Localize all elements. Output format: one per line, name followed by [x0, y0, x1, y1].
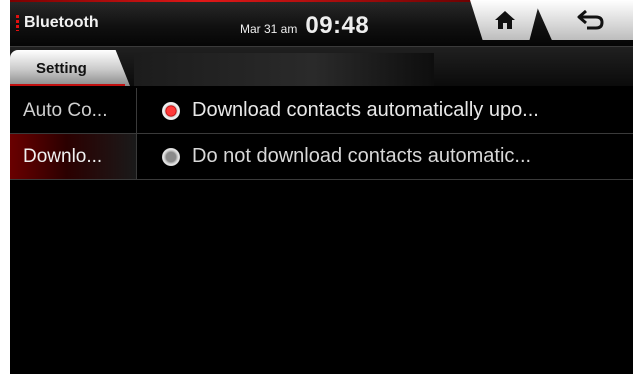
radio-option[interactable]: Download contacts automatically upo...	[162, 88, 539, 133]
screen: Bluetooth Mar 31 am 09:48 Setting Auto C…	[10, 0, 633, 374]
tab-empty-area	[134, 53, 434, 86]
active-tab-indicator	[10, 84, 125, 86]
time-label: 09:48	[305, 12, 370, 39]
radio-option[interactable]: Do not download contacts automatic...	[162, 134, 531, 179]
tab-setting[interactable]: Setting	[10, 50, 130, 86]
date-label: Mar 31 am	[240, 22, 298, 36]
tab-setting-label: Setting	[36, 59, 87, 77]
home-icon	[495, 11, 515, 29]
app-title-text: Bluetooth	[24, 14, 99, 31]
option-text: Do not download contacts automatic...	[192, 145, 532, 167]
option-text: Download contacts automatically upo...	[192, 99, 539, 121]
app-title: Bluetooth	[16, 12, 99, 34]
radio-unselected-icon[interactable]	[162, 147, 180, 166]
accent-line	[10, 0, 490, 2]
clock: Mar 31 am 09:48	[240, 12, 369, 40]
tab-bar: Setting	[10, 47, 633, 86]
back-arrow-icon	[577, 9, 604, 30]
radio-selected-icon[interactable]	[162, 101, 180, 120]
back-button[interactable]	[534, 0, 633, 40]
top-bar: Bluetooth Mar 31 am 09:48	[10, 0, 633, 47]
title-marker-icon	[16, 15, 19, 31]
setting-label[interactable]: Auto Co...	[10, 88, 137, 133]
setting-row-auto-connect[interactable]: Auto Co... Download contacts automatical…	[10, 88, 633, 134]
setting-row-download[interactable]: Downlo... Do not download contacts autom…	[10, 134, 633, 180]
setting-label[interactable]: Downlo...	[10, 134, 137, 179]
home-button[interactable]	[470, 0, 540, 40]
